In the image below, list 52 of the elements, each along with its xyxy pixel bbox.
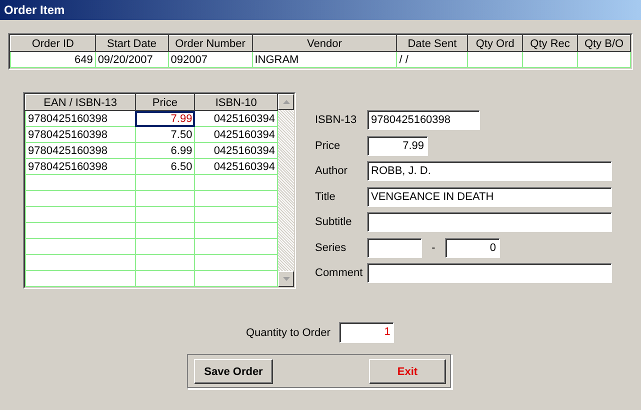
field-label: Subtitle	[315, 216, 353, 228]
column-header[interactable]: Date Sent	[396, 36, 468, 52]
column-header[interactable]: Price	[135, 94, 195, 110]
input-field[interactable]: ROBB, J. D.	[367, 161, 612, 181]
quantity-label: Quantity to Order	[246, 326, 330, 338]
field-label: Title	[315, 190, 336, 202]
table-cell: 0425160394	[194, 126, 278, 142]
table-cell: 9780425160398	[26, 142, 136, 158]
column-header[interactable]: Start Date	[95, 36, 168, 52]
column-header[interactable]: Qty Rec	[522, 36, 578, 52]
window-title: Order Item	[0, 0, 641, 20]
table-cell: 9780425160398	[26, 110, 136, 126]
input-field[interactable]: VENGEANCE IN DEATH	[367, 186, 612, 206]
input-field[interactable]	[367, 212, 612, 232]
input-field[interactable]: 0	[445, 238, 500, 258]
input-field[interactable]	[367, 263, 612, 283]
table-cell: 9780425160398	[26, 126, 136, 142]
column-header[interactable]: Qty B/O	[578, 36, 630, 52]
table-cell: 7.50	[135, 126, 195, 142]
quantity-field[interactable]: 1	[339, 322, 394, 343]
table-cell: / /	[396, 52, 468, 68]
table-cell: 7.99	[135, 110, 195, 126]
input-field[interactable]	[367, 238, 422, 258]
input-field[interactable]: 7.99	[367, 136, 428, 156]
field-label: ISBN-13	[315, 114, 358, 126]
save-button[interactable]: Save Order	[194, 359, 273, 384]
table-cell: 0425160394	[194, 110, 278, 126]
field-label: Comment	[315, 267, 364, 279]
field-label: Author	[315, 165, 348, 177]
field-label: Series	[315, 242, 348, 254]
scroll-up-button[interactable]	[278, 94, 294, 110]
up-arrow-icon	[282, 100, 290, 104]
column-header[interactable]: Order ID	[10, 36, 96, 52]
down-arrow-icon	[282, 277, 290, 281]
table-cell: 649	[10, 52, 96, 68]
table-cell: 0425160394	[194, 158, 278, 174]
table-cell: 6.99	[135, 142, 195, 158]
column-header[interactable]: Order Number	[168, 36, 252, 52]
table-cell: 09/20/2007	[95, 52, 168, 68]
range-separator: -	[430, 242, 436, 254]
column-header[interactable]: ISBN-10	[194, 94, 278, 110]
table-cell: INGRAM	[252, 52, 397, 68]
table-cell: 0425160394	[194, 142, 278, 158]
table-cell: 6.50	[135, 158, 195, 174]
table-cell: 092007	[168, 52, 252, 68]
column-header[interactable]: Qty Ord	[468, 36, 523, 52]
scroll-down-button[interactable]	[278, 271, 294, 287]
table-cell: 9780425160398	[26, 158, 136, 174]
column-header[interactable]: EAN / ISBN-13	[26, 94, 136, 110]
input-field[interactable]: 9780425160398	[367, 110, 480, 130]
column-header[interactable]: Vendor	[252, 36, 397, 52]
field-label: Price	[315, 140, 342, 152]
